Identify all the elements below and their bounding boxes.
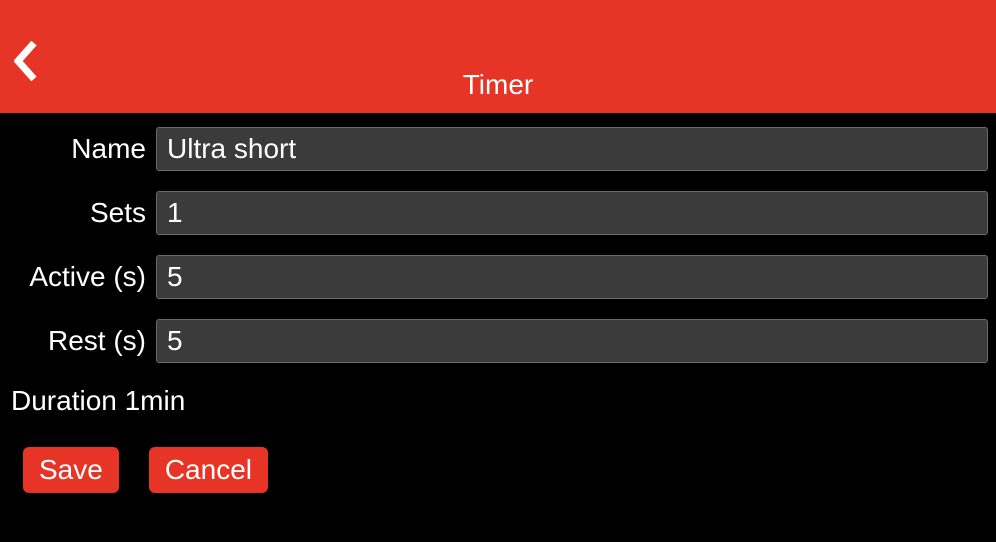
chevron-left-icon (14, 41, 38, 81)
button-row: Save Cancel (8, 447, 988, 493)
rest-input[interactable] (156, 319, 988, 363)
timer-form: Name Sets Active (s) Rest (s) Duration 1… (0, 113, 996, 493)
page-title: Timer (463, 69, 534, 101)
duration-row: Duration 1min (8, 385, 988, 417)
back-button[interactable] (12, 39, 40, 83)
name-label: Name (8, 133, 146, 165)
form-row-active: Active (s) (8, 255, 988, 299)
form-row-name: Name (8, 127, 988, 171)
name-input[interactable] (156, 127, 988, 171)
cancel-button[interactable]: Cancel (149, 447, 268, 493)
header: Timer (0, 0, 996, 113)
active-label: Active (s) (8, 261, 146, 293)
sets-input[interactable] (156, 191, 988, 235)
rest-label: Rest (s) (8, 325, 146, 357)
form-row-sets: Sets (8, 191, 988, 235)
save-button[interactable]: Save (23, 447, 119, 493)
duration-text: Duration 1min (11, 385, 185, 416)
active-input[interactable] (156, 255, 988, 299)
sets-label: Sets (8, 197, 146, 229)
form-row-rest: Rest (s) (8, 319, 988, 363)
